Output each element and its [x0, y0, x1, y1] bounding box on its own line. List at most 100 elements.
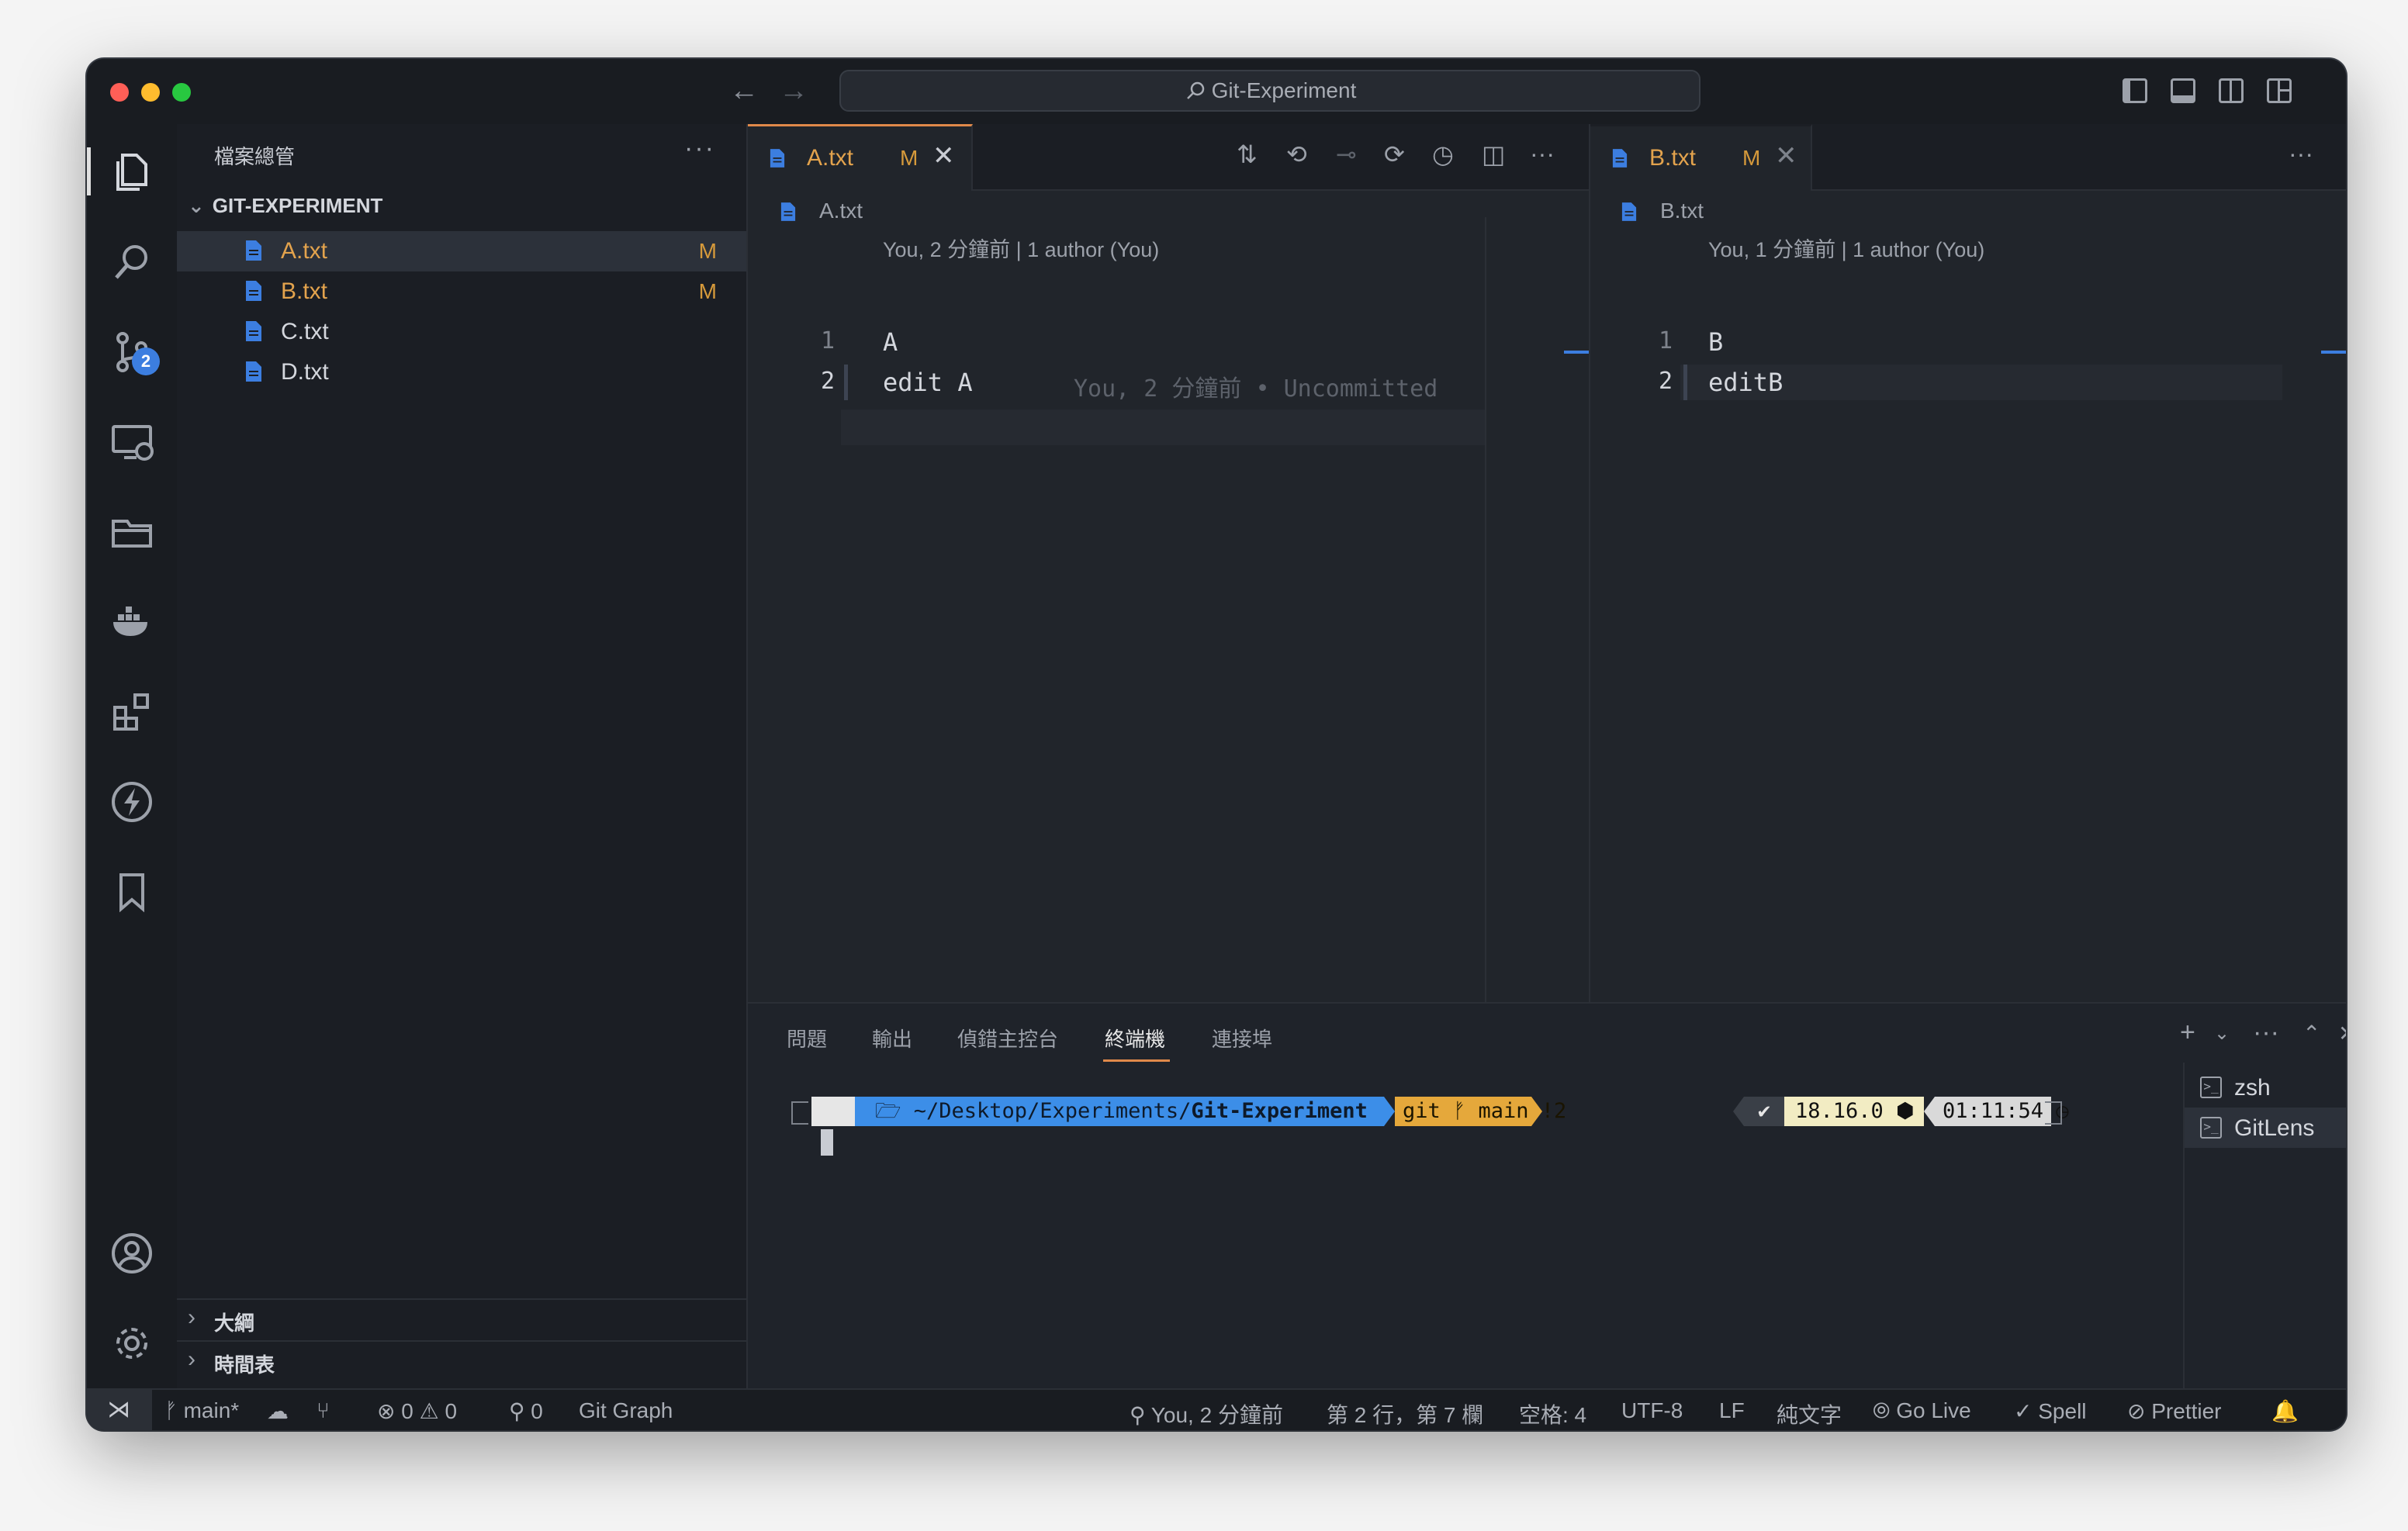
language-mode[interactable]: 純文字: [1777, 1398, 1842, 1429]
tab-ports[interactable]: 連接埠: [1212, 1024, 1272, 1052]
commit-icon[interactable]: ⊸: [1336, 140, 1357, 169]
indentation[interactable]: 空格: 4: [1519, 1398, 1586, 1429]
settings-gear-icon[interactable]: [109, 1320, 155, 1367]
blame-text: You, 2 分鐘前: [1150, 1403, 1283, 1427]
git-graph-button[interactable]: Git Graph: [579, 1398, 673, 1423]
chevron-down-icon[interactable]: ⌄: [2214, 1022, 2230, 1045]
search-icon: [1186, 81, 1204, 99]
section-label: 時間表: [214, 1353, 275, 1377]
path-prefix: 🗁 ~/Desktop/Experiments/: [875, 1099, 1192, 1123]
file-item-b[interactable]: B.txt M: [177, 271, 746, 312]
go-live-label: Go Live: [1896, 1398, 1971, 1422]
prompt-connector: [791, 1121, 793, 1129]
spell-checker[interactable]: ✓ Spell: [2014, 1398, 2087, 1424]
explorer-icon[interactable]: [109, 149, 155, 195]
folder-name: GIT-EXPERIMENT: [212, 194, 383, 217]
toggle-sidebar-icon[interactable]: [2123, 78, 2147, 103]
bookmark-icon[interactable]: [109, 869, 155, 915]
tab-terminal[interactable]: 終端機: [1105, 1024, 1165, 1052]
more-actions-icon[interactable]: ···: [1530, 140, 1555, 168]
open-changes-icon[interactable]: ⇅: [1237, 140, 1258, 169]
error-count: 0: [401, 1399, 413, 1423]
close-panel-icon[interactable]: ✕: [2338, 1021, 2346, 1046]
customize-layout-icon[interactable]: [2267, 78, 2292, 103]
split-editor-icon[interactable]: ◫: [1482, 140, 1505, 169]
terminal-item-gitlens[interactable]: >_ GitLens: [2185, 1108, 2346, 1148]
file-item-a[interactable]: A.txt M: [177, 231, 746, 271]
command-center-search[interactable]: Git-Experiment: [839, 70, 1700, 112]
file-icon: [246, 240, 261, 261]
timeline-section[interactable]: › 時間表: [177, 1340, 746, 1382]
terminal-item-zsh[interactable]: >_ zsh: [2185, 1067, 2346, 1108]
file-item-c[interactable]: C.txt: [177, 312, 746, 352]
code-line[interactable]: editB: [1708, 368, 1783, 397]
end-of-line[interactable]: LF: [1719, 1398, 1745, 1423]
notifications-bell-icon[interactable]: 🔔: [2271, 1398, 2299, 1424]
branch-indicator[interactable]: ᚠ main*: [164, 1398, 239, 1423]
previous-revision-icon[interactable]: ⟲: [1286, 140, 1307, 169]
line-number: 1: [1658, 327, 1673, 354]
search-icon[interactable]: [109, 239, 155, 285]
prettier-indicator[interactable]: ⊘ Prettier: [2127, 1398, 2222, 1424]
problems-indicator[interactable]: ⊗ 0 ⚠ 0: [377, 1398, 457, 1424]
thunder-icon[interactable]: [109, 779, 155, 825]
terminal-icon: >_: [2200, 1117, 2222, 1139]
minimize-window-button[interactable]: [141, 83, 160, 102]
remote-indicator[interactable]: ⋊: [87, 1390, 152, 1430]
ports-indicator[interactable]: ⚲ 0: [509, 1398, 543, 1424]
close-window-button[interactable]: [110, 83, 129, 102]
account-icon[interactable]: [109, 1230, 155, 1277]
close-tab-icon[interactable]: ✕: [1775, 140, 1797, 171]
tab-output[interactable]: 輸出: [872, 1024, 912, 1052]
tab-b-txt[interactable]: B.txt M ✕: [1590, 124, 1812, 191]
file-history-icon[interactable]: ◷: [1432, 140, 1454, 169]
git-segment: git ᚠ main !2: [1395, 1097, 1566, 1126]
code-line[interactable]: A: [883, 327, 898, 357]
tab-modified-badge: M: [900, 146, 919, 170]
status-bar: ⋊ ᚠ main* ☁ ⑂ ⊗ 0 ⚠ 0 ⚲ 0 Git Graph ⚲ Yo…: [87, 1388, 2346, 1430]
path-arrow: [1384, 1097, 1395, 1126]
breadcrumb[interactable]: B.txt: [1660, 199, 1704, 223]
more-actions-icon[interactable]: ···: [2253, 1018, 2279, 1048]
back-arrow-icon[interactable]: ←: [729, 74, 759, 108]
close-tab-icon[interactable]: ✕: [932, 140, 955, 171]
blame-indicator[interactable]: ⚲ You, 2 分鐘前: [1130, 1398, 1283, 1429]
tab-a-txt[interactable]: A.txt M ✕: [748, 124, 973, 191]
codelens-authors[interactable]: You, 1 分鐘前 | 1 author (You): [1708, 233, 1984, 263]
extensions-icon[interactable]: [109, 689, 155, 735]
sync-icon[interactable]: ☁: [267, 1398, 289, 1424]
encoding[interactable]: UTF-8: [1621, 1398, 1683, 1423]
file-icon: [246, 281, 261, 301]
file-item-d[interactable]: D.txt: [177, 352, 746, 392]
minimap-divider: [1485, 217, 1486, 1002]
maximize-window-button[interactable]: [172, 83, 191, 102]
ports-count: 0: [531, 1399, 543, 1423]
remote-explorer-icon[interactable]: [109, 419, 155, 465]
forward-arrow-icon[interactable]: →: [779, 74, 808, 108]
toggle-secondary-sidebar-icon[interactable]: [2219, 78, 2244, 103]
bottom-panel: 問題 輸出 偵錯主控台 終端機 連接埠 + ⌄ ··· ⌃ ✕ 🗁 ~/Desk…: [748, 1002, 2346, 1390]
tab-debug-console[interactable]: 偵錯主控台: [957, 1024, 1058, 1052]
maximize-panel-icon[interactable]: ⌃: [2302, 1021, 2320, 1046]
terminal-name: GitLens: [2234, 1115, 2315, 1141]
new-terminal-icon[interactable]: +: [2180, 1018, 2195, 1048]
more-actions-icon[interactable]: ···: [2289, 140, 2313, 168]
folder-icon[interactable]: [109, 509, 155, 555]
vscode-window: ← → Git-Experiment 2 檔案總管 ··· ⌄ GIT-EXPE…: [87, 59, 2346, 1430]
docker-icon[interactable]: [109, 599, 155, 645]
sidebar-more-icon[interactable]: ···: [684, 133, 715, 164]
workspace-folder[interactable]: ⌄ GIT-EXPERIMENT: [188, 194, 382, 218]
line-number: 2: [1658, 368, 1673, 395]
cursor-position[interactable]: 第 2 行，第 7 欄: [1327, 1398, 1483, 1429]
codelens-authors[interactable]: You, 2 分鐘前 | 1 author (You): [883, 233, 1159, 263]
breadcrumb[interactable]: A.txt: [819, 199, 863, 223]
toggle-panel-icon[interactable]: [2171, 78, 2195, 103]
tab-problems[interactable]: 問題: [787, 1024, 827, 1052]
next-revision-icon[interactable]: ⟳: [1384, 140, 1405, 169]
code-line[interactable]: B: [1708, 327, 1723, 357]
outline-section[interactable]: › 大綱: [177, 1298, 746, 1340]
go-live-button[interactable]: ⦾ Go Live: [1873, 1398, 1971, 1424]
code-line[interactable]: edit A: [883, 368, 973, 397]
file-name: C.txt: [281, 319, 329, 344]
git-compare-icon[interactable]: ⑂: [317, 1398, 330, 1423]
